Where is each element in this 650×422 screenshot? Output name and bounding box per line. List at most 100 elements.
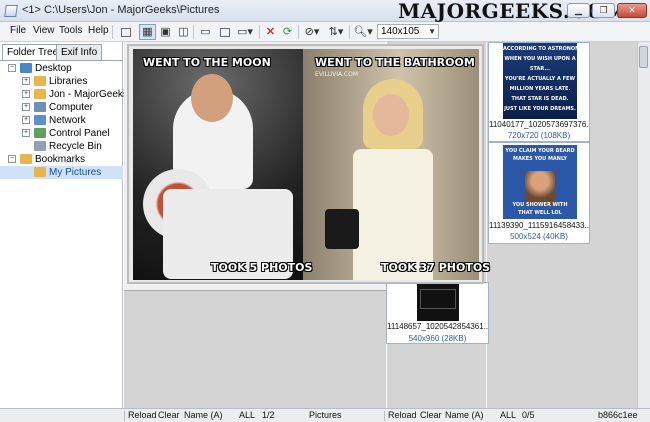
library-icon: [34, 76, 46, 86]
title-bar: <1> C:\Users\Jon - MajorGeeks\Pictures M…: [0, 0, 650, 23]
meme-panel-bathroom: [303, 49, 479, 280]
minimize-button[interactable]: ▁: [567, 3, 590, 18]
thumbnail-item[interactable]: ACCORDING TO ASTRONOMY, WHEN YOU WISH UPO…: [488, 42, 590, 142]
thumbnail-caption-line: ACCORDING TO ASTRONOMY,: [503, 46, 577, 52]
collapse-icon[interactable]: −: [8, 155, 16, 163]
tree-item-label: Recycle Bin: [49, 141, 102, 152]
status-sort-right[interactable]: Name (A): [445, 410, 484, 420]
pane-divider: [486, 42, 487, 408]
meme-panel-moon: [133, 49, 303, 280]
meme-caption-top-left: WENT TO THE MOON: [143, 56, 271, 69]
meme-caption-bottom-right: TOOK 37 PHOTOS: [381, 261, 491, 274]
close-button[interactable]: ✕: [617, 3, 647, 18]
desktop-icon: [20, 63, 32, 73]
sort-button[interactable]: ⇅▾: [325, 24, 347, 40]
comment-button[interactable]: ▭: [197, 24, 214, 40]
tab-folder-tree[interactable]: Folder Tree: [2, 44, 64, 61]
tree-item-desktop[interactable]: − Desktop: [0, 62, 123, 75]
tree-item-label: Libraries: [49, 76, 88, 87]
delete-button[interactable]: ✕: [262, 24, 279, 40]
tree-item-control-panel[interactable]: + Control Panel: [0, 127, 123, 140]
menu-file[interactable]: File: [10, 25, 26, 36]
tab-divider: [0, 60, 123, 61]
network-icon: [34, 115, 46, 125]
thumbnail-icon: ▣: [160, 26, 171, 38]
grid-view-icon: ▦: [142, 26, 153, 38]
status-reload-left[interactable]: Reload: [128, 410, 157, 420]
status-clear-right[interactable]: Clear: [420, 410, 442, 420]
toolbar-separator: [298, 25, 299, 39]
tree-item-my-pictures[interactable]: My Pictures: [0, 166, 123, 179]
left-pane: Folder Tree Exif Info − Desktop + Libraries…: [0, 42, 128, 408]
thumb-view-button[interactable]: ▣: [157, 24, 174, 40]
thumbnail-caption-line: YOU SHOWER WITH: [512, 202, 568, 208]
single-view-icon: [120, 27, 131, 37]
thumbnail-caption-line: YOU CLAIM YOUR BEARD: [505, 148, 575, 154]
tree-item-label: Jon - MajorGeeks: [49, 89, 128, 100]
fit-view-button[interactable]: ◫: [175, 24, 192, 40]
tree-item-computer[interactable]: + Computer: [0, 101, 123, 114]
thumbnail-image: [417, 283, 459, 321]
rotate-icon: ⊘▾: [304, 26, 320, 38]
status-hash-right: b866c1ee: [598, 410, 638, 420]
thumbnail-filename: 11040177_1020573697376...: [489, 120, 589, 129]
viewer-empty-area: [124, 290, 386, 408]
vertical-scrollbar[interactable]: [637, 42, 650, 408]
expand-icon[interactable]: +: [22, 103, 30, 111]
status-count-right: 0/5: [522, 410, 535, 420]
thumbnail-item[interactable]: 11148657_1020542854361... 540x960 (28KB): [386, 282, 489, 344]
status-sort-left[interactable]: Name (A): [184, 410, 223, 420]
thumbnail-info: 720x720 (108KB): [507, 131, 571, 140]
status-filter-left[interactable]: ALL: [239, 410, 255, 420]
expand-icon[interactable]: +: [22, 77, 30, 85]
status-count-left: 1/2: [262, 410, 275, 420]
scrollbar-thumb[interactable]: [639, 46, 648, 68]
thumbnail-caption-line: YOU'RE ACTUALLY A FEW: [505, 76, 575, 82]
menu-help[interactable]: Help: [88, 25, 109, 36]
expand-icon[interactable]: +: [22, 116, 30, 124]
maximize-button[interactable]: ❐: [592, 3, 615, 18]
tree-item-label: Control Panel: [49, 128, 110, 139]
thumbnail-caption-line: THAT STAR IS DEAD.: [511, 96, 569, 102]
tree-item-bookmarks[interactable]: − Bookmarks: [0, 153, 123, 166]
collapse-icon[interactable]: −: [8, 64, 16, 72]
chevron-down-icon: ▼: [428, 27, 436, 36]
tree-item-jon-majorgeeks[interactable]: + Jon - MajorGeeks: [0, 88, 128, 101]
image-preview[interactable]: WENT TO THE MOON TOOK 5 PHOTOS WENT TO T…: [127, 44, 490, 284]
toolbar-separator: [259, 25, 260, 39]
thumbnail-filename: 11148657_1020542854361...: [387, 322, 488, 331]
layout-icon: ▭▾: [237, 26, 253, 38]
thumbnail-item[interactable]: YOU CLAIM YOUR BEARD MAKES YOU MANLY YOU S…: [488, 142, 590, 244]
tab-exif-info[interactable]: Exif Info: [56, 44, 103, 60]
tree-item-label: Network: [49, 115, 86, 126]
thumbnail-image: YOU CLAIM YOUR BEARD MAKES YOU MANLY YOU S…: [503, 145, 577, 219]
tree-item-network[interactable]: + Network: [0, 114, 123, 127]
toolbar: File View Tools Help ▦ ▣ ◫ ▭ ▭▾ ✕ ⟳ ⊘▾ ⇅…: [0, 22, 650, 42]
status-reload-right[interactable]: Reload: [388, 410, 417, 420]
multi-view-button[interactable]: ▦: [139, 24, 156, 40]
layout-dropdown-button[interactable]: ▭▾: [235, 24, 255, 40]
refresh-button[interactable]: ⟳: [279, 24, 296, 40]
meme-caption-top-right: WENT TO THE BATHROOM: [315, 56, 475, 69]
pictures-folder-icon: [34, 167, 46, 177]
thumbnail-image: ACCORDING TO ASTRONOMY, WHEN YOU WISH UPO…: [503, 43, 577, 119]
tree-item-recycle-bin[interactable]: Recycle Bin: [0, 140, 123, 153]
thumbnail-size-select[interactable]: 140x105 ▼: [377, 24, 439, 39]
frame-button[interactable]: [216, 24, 233, 40]
toolbar-separator: [349, 25, 350, 39]
thumbnail-caption-line: MAKES YOU MANLY: [512, 156, 568, 162]
rotate-button[interactable]: ⊘▾: [301, 24, 323, 40]
menu-view[interactable]: View: [33, 25, 55, 36]
menu-tools[interactable]: Tools: [59, 25, 82, 36]
user-folder-icon: [34, 89, 46, 99]
expand-icon[interactable]: +: [22, 129, 30, 137]
tree-item-libraries[interactable]: + Libraries: [0, 75, 123, 88]
status-filter-right[interactable]: ALL: [500, 410, 516, 420]
expand-icon[interactable]: +: [22, 90, 30, 98]
zoom-button[interactable]: 🔍︎▾: [352, 24, 374, 40]
recycle-bin-icon: [34, 141, 46, 151]
status-clear-left[interactable]: Clear: [158, 410, 180, 420]
thumbnail-info: 540x960 (28KB): [408, 334, 467, 343]
thumbnail-caption-line: STAR...: [529, 66, 551, 72]
single-view-button[interactable]: [117, 24, 134, 40]
